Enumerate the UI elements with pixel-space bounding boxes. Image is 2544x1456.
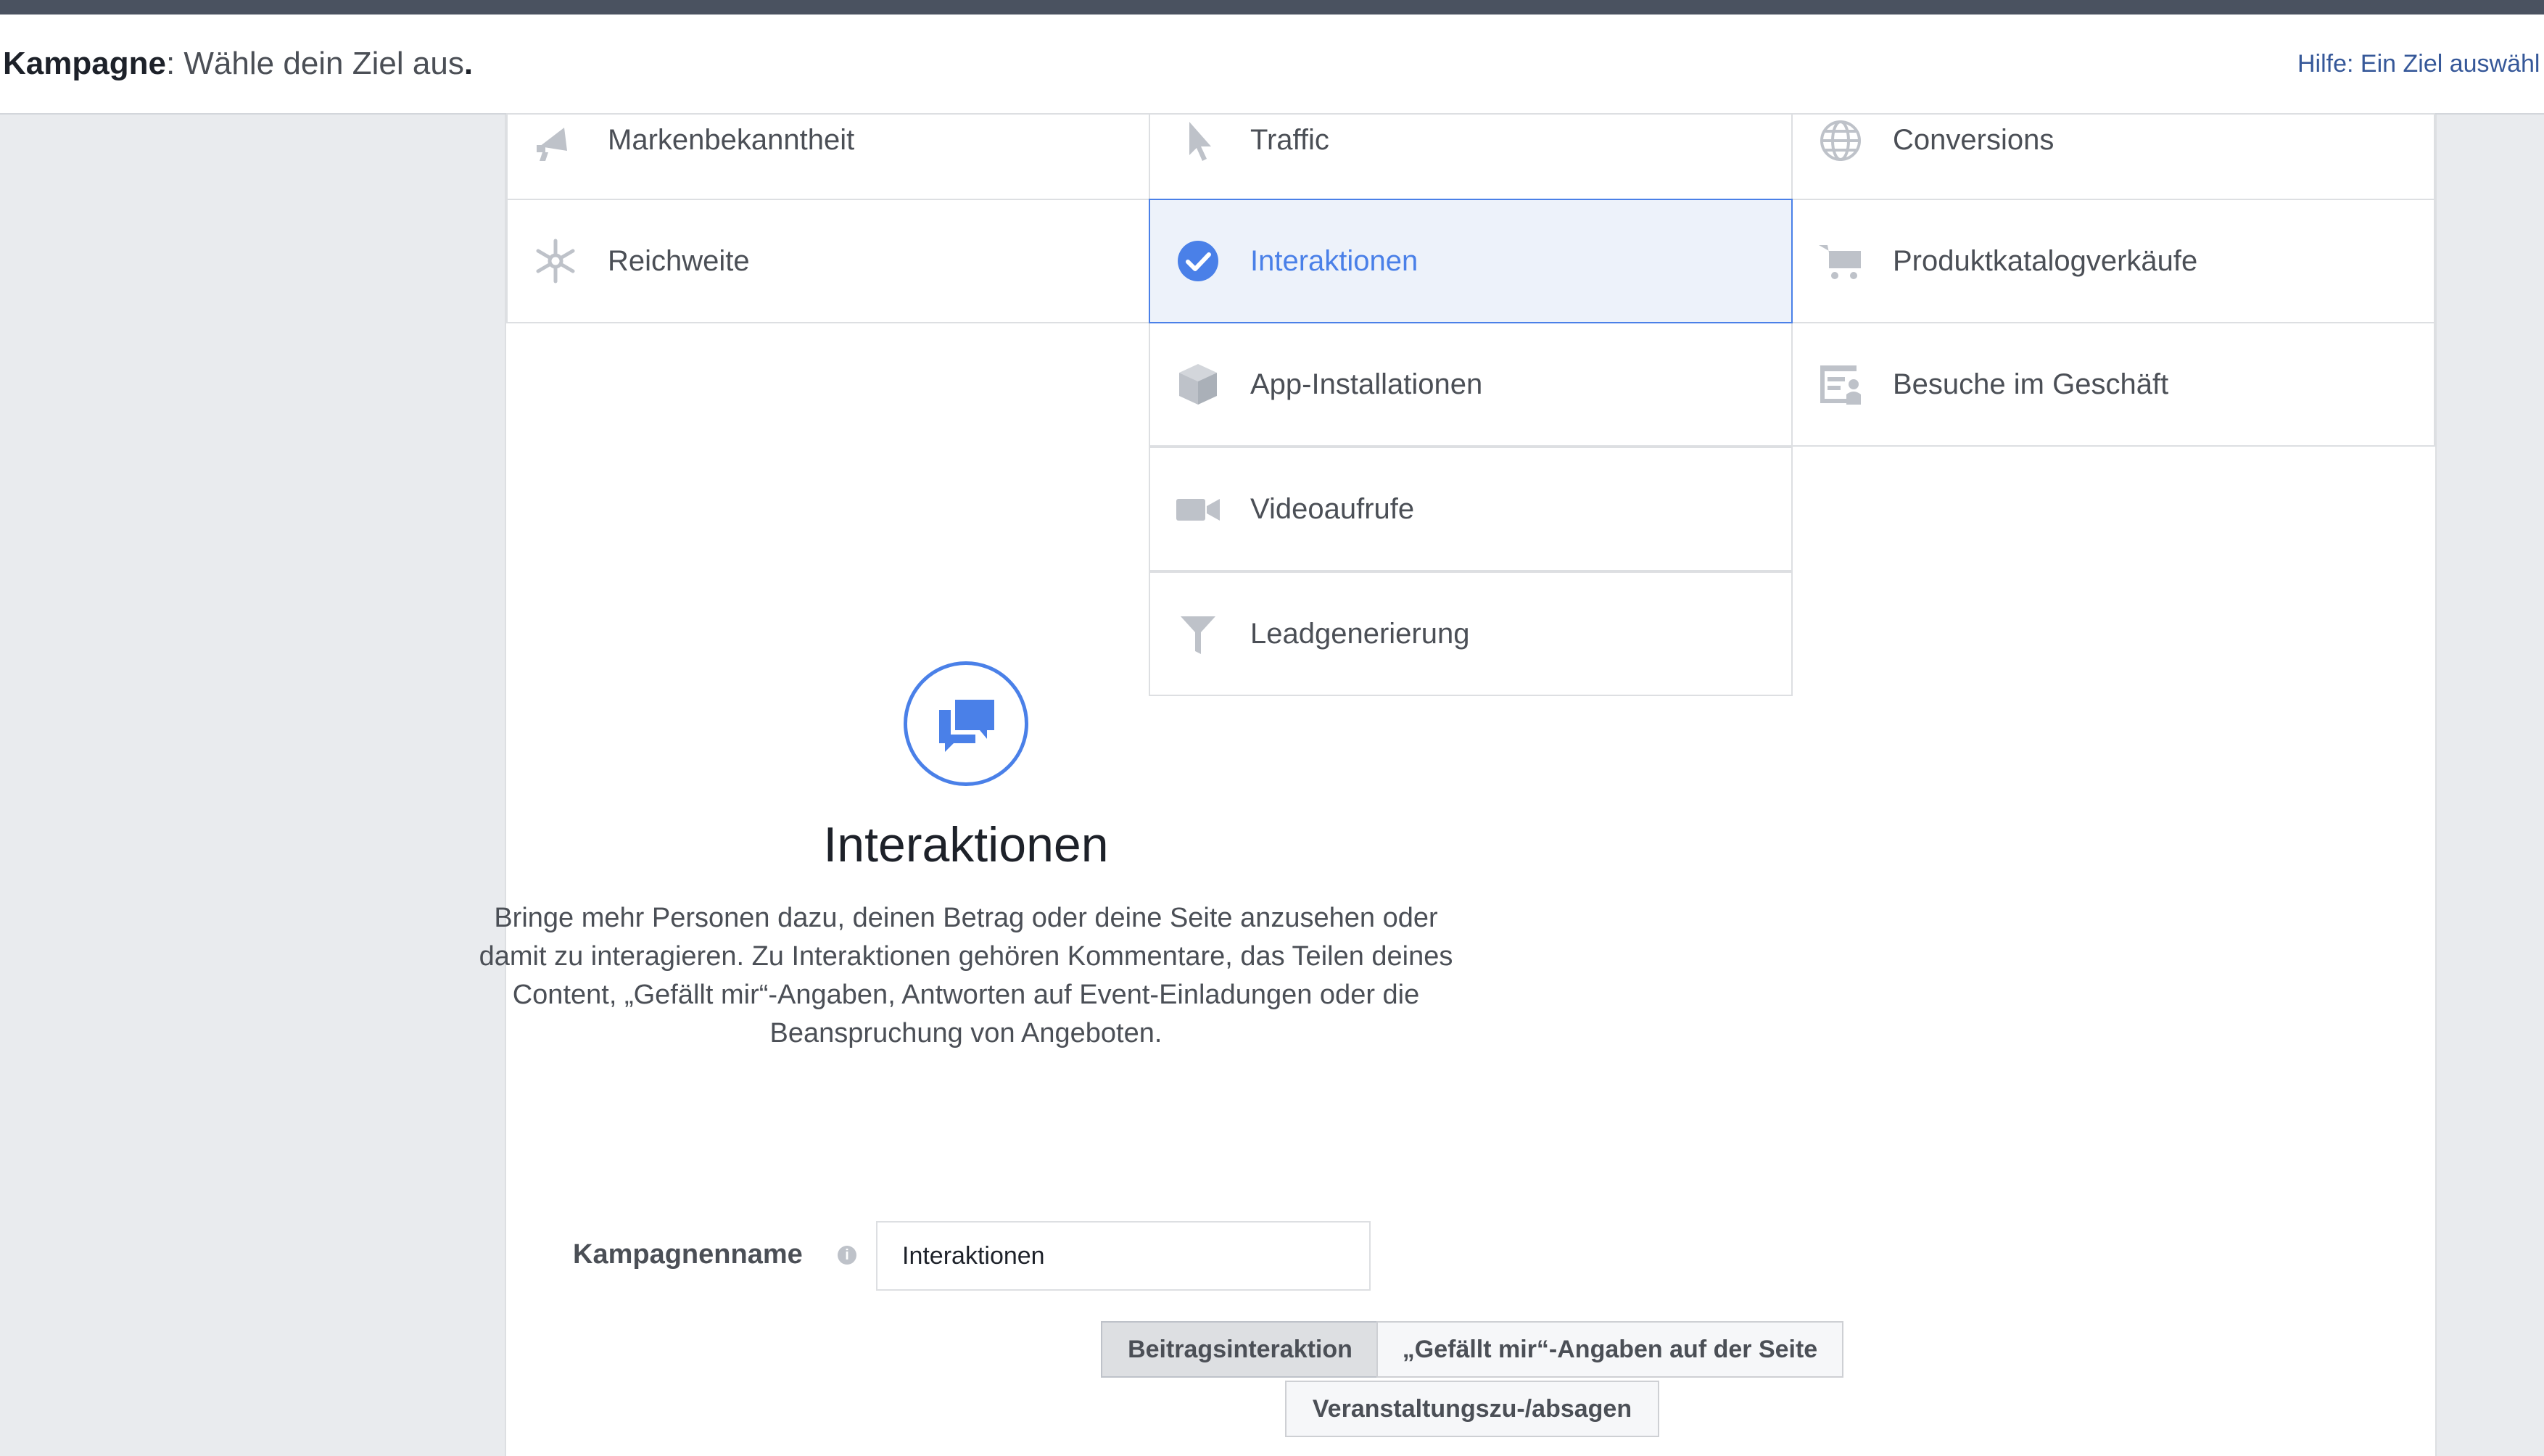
- objective-markenbekanntheit[interactable]: Markenbekanntheit: [506, 113, 1150, 200]
- store-visit-icon: [1817, 361, 1864, 408]
- page-title: Kampagne: Wähle dein Ziel aus.: [3, 15, 473, 113]
- objective-label: Produktkatalogverkäufe: [1893, 245, 2198, 277]
- top-dark-bar: [0, 0, 2544, 15]
- objective-besuche[interactable]: Besuche im Geschäft: [1791, 322, 2435, 447]
- info-icon[interactable]: i: [838, 1246, 856, 1265]
- title-bold: Kampagne: [3, 46, 166, 81]
- objective-label: Reichweite: [608, 245, 750, 277]
- objective-interaktionen[interactable]: Interaktionen: [1149, 199, 1793, 323]
- video-camera-icon: [1175, 486, 1221, 532]
- campaign-name-label: Kampagnenname: [573, 1239, 803, 1270]
- objective-label: Videoaufrufe: [1250, 493, 1415, 525]
- objective-app-installationen[interactable]: App-Installationen: [1149, 322, 1793, 447]
- check-circle-icon: [1175, 238, 1221, 284]
- segment-veranstaltungszusagen[interactable]: Veranstaltungszu-/absagen: [1285, 1381, 1659, 1437]
- campaign-name-input[interactable]: [876, 1221, 1371, 1291]
- title-end: .: [463, 46, 474, 81]
- cart-icon: [1817, 238, 1864, 284]
- title-text: : Wähle dein Ziel aus: [165, 46, 464, 81]
- page-header: Kampagne: Wähle dein Ziel aus. Hilfe: Ei…: [0, 15, 2544, 115]
- segment-gefaellt-mir-angaben[interactable]: „Gefällt mir“-Angaben auf der Seite: [1376, 1321, 1843, 1378]
- box-icon: [1175, 361, 1221, 408]
- megaphone-icon: [532, 117, 579, 164]
- objective-label: Traffic: [1250, 124, 1329, 156]
- cursor-icon: [1175, 117, 1221, 164]
- objective-detail-title: Interaktionen: [823, 817, 1109, 872]
- objective-label: App-Installationen: [1250, 368, 1483, 400]
- objective-produktkatalog[interactable]: Produktkatalogverkäufe: [1791, 199, 2435, 323]
- objective-videoaufrufe[interactable]: Videoaufrufe: [1149, 447, 1793, 571]
- objective-traffic[interactable]: Traffic: [1149, 113, 1793, 200]
- globe-icon: [1817, 117, 1864, 164]
- asterisk-network-icon: [532, 238, 579, 284]
- segment-beitragsinteraktion[interactable]: Beitragsinteraktion: [1101, 1321, 1379, 1378]
- help-link[interactable]: Hilfe: Ein Ziel auswähl: [2297, 15, 2540, 113]
- objective-reichweite[interactable]: Reichweite: [506, 199, 1150, 323]
- interaktionen-chat-icon: [904, 661, 1028, 786]
- funnel-icon: [1175, 611, 1221, 657]
- objective-label: Interaktionen: [1250, 245, 1418, 277]
- objective-label: Conversions: [1893, 124, 2054, 156]
- objective-detail-description: Bringe mehr Personen dazu, deinen Betrag…: [479, 903, 1453, 1048]
- objective-leadgenerierung[interactable]: Leadgenerierung: [1149, 571, 1793, 696]
- objective-label: Besuche im Geschäft: [1893, 368, 2169, 400]
- objective-label: Markenbekanntheit: [608, 124, 855, 156]
- objective-conversions[interactable]: Conversions: [1791, 113, 2435, 200]
- objective-label: Leadgenerierung: [1250, 618, 1470, 650]
